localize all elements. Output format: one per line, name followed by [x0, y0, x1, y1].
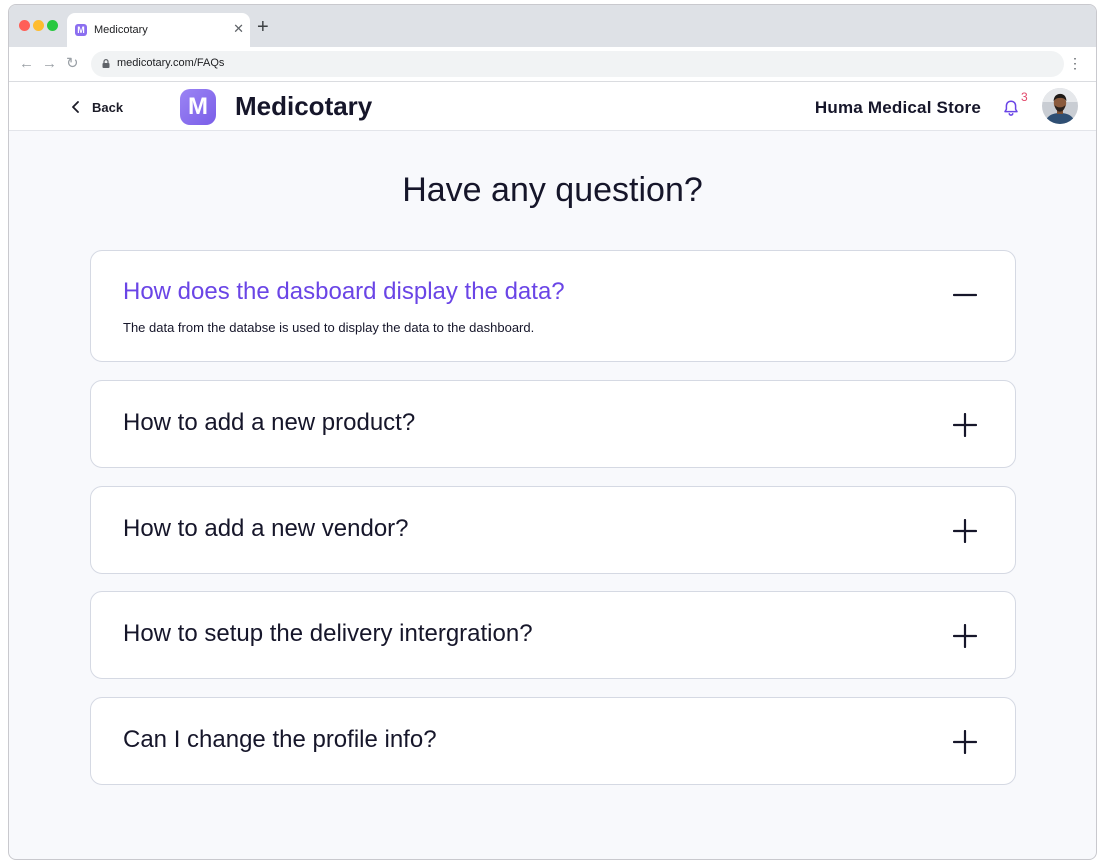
user-avatar[interactable] [1042, 88, 1078, 124]
minus-icon[interactable] [953, 283, 977, 307]
store-name: Huma Medical Store [814, 98, 981, 117]
notification-bell-icon[interactable] [1002, 99, 1020, 117]
faq-item[interactable]: How does the dasboard display the data? … [90, 250, 1016, 362]
browser-tab-bar: M Medicotary ✕ + [9, 5, 1096, 47]
faq-question: How to setup the delivery intergration? [123, 620, 533, 647]
minimize-window-button[interactable] [33, 20, 44, 31]
tab-title: Medicotary [94, 24, 148, 36]
brand-name: Medicotary [235, 91, 373, 121]
back-arrow-icon[interactable]: ← [19, 56, 34, 72]
reload-icon[interactable]: ↻ [66, 56, 79, 72]
faq-item[interactable]: How to setup the delivery intergration? [90, 591, 1016, 679]
close-window-button[interactable] [19, 20, 30, 31]
page-title: Have any question? [402, 171, 703, 209]
lock-icon [102, 59, 110, 68]
notification-count-badge: 3 [1021, 90, 1028, 104]
browser-menu-icon[interactable]: ⋮ [1068, 55, 1082, 71]
browser-tab[interactable]: M Medicotary ✕ [67, 13, 250, 47]
plus-icon[interactable] [953, 413, 977, 437]
faq-item[interactable]: How to add a new product? [90, 380, 1016, 468]
logo-icon: M [180, 89, 216, 125]
app-header: Back M Medicotary Huma Medical Store 3 [9, 82, 1096, 131]
faq-item[interactable]: How to add a new vendor? [90, 486, 1016, 574]
faq-answer: The data from the databse is used to dis… [123, 320, 535, 335]
plus-icon[interactable] [953, 624, 977, 648]
plus-icon[interactable] [953, 519, 977, 543]
forward-arrow-icon[interactable]: → [42, 56, 57, 72]
faq-question: How to add a new vendor? [123, 515, 409, 542]
faq-question: How to add a new product? [123, 409, 416, 436]
maximize-window-button[interactable] [47, 20, 58, 31]
back-label: Back [92, 100, 124, 115]
faq-question: Can I change the profile info? [123, 726, 437, 753]
browser-window: M Medicotary ✕ + ← → ↻ medicotary.com/FA… [8, 4, 1097, 860]
url-text: medicotary.com/FAQs [117, 57, 225, 69]
faq-item[interactable]: Can I change the profile info? [90, 697, 1016, 785]
close-tab-icon[interactable]: ✕ [233, 22, 244, 36]
browser-toolbar: ← → ↻ medicotary.com/FAQs ⋮ [9, 47, 1096, 82]
chevron-left-icon [72, 101, 79, 113]
plus-icon[interactable] [953, 730, 977, 754]
address-bar[interactable]: medicotary.com/FAQs [91, 51, 1064, 77]
new-tab-button[interactable]: + [257, 17, 269, 37]
faq-question: How does the dasboard display the data? [123, 278, 565, 305]
favicon-icon: M [75, 24, 87, 36]
